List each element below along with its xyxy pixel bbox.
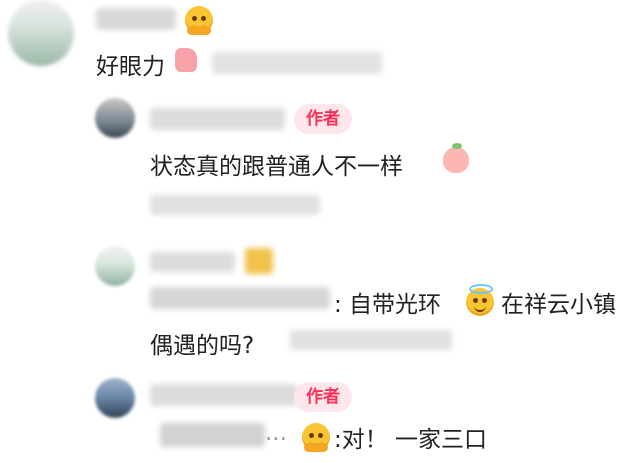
username-blurred[interactable] bbox=[96, 8, 176, 30]
author-badge: 作者 bbox=[294, 382, 352, 412]
mention-blurred[interactable] bbox=[160, 423, 265, 447]
thumbs-up-icon bbox=[175, 48, 197, 72]
mention-blurred[interactable] bbox=[150, 287, 330, 309]
avatar[interactable] bbox=[8, 0, 74, 66]
username-blurred[interactable] bbox=[150, 384, 298, 406]
author-badge: 作者 bbox=[294, 104, 352, 134]
avatar[interactable] bbox=[95, 98, 135, 138]
comment-text-continued: 在祥云小镇 bbox=[501, 292, 616, 318]
peach-icon bbox=[443, 143, 469, 173]
comment-text: :对！ 一家三口 bbox=[334, 427, 488, 453]
hands-smile-icon bbox=[185, 6, 213, 35]
username-blurred[interactable] bbox=[150, 108, 285, 130]
avatar[interactable] bbox=[95, 378, 135, 418]
username-decoration-blurred bbox=[245, 248, 273, 274]
hands-smile-icon bbox=[302, 423, 330, 452]
meta-blurred bbox=[212, 52, 382, 74]
comment-text: 状态真的跟普通人不一样 bbox=[150, 154, 403, 180]
comment-text: 好眼力 bbox=[96, 54, 165, 80]
username-blurred[interactable] bbox=[150, 252, 235, 272]
comment-text-line2: 偶遇的吗? bbox=[150, 333, 255, 359]
comment-text: : 自带光环 bbox=[334, 292, 442, 318]
ellipsis: ... bbox=[265, 420, 287, 446]
meta-blurred bbox=[150, 195, 320, 215]
meta-blurred bbox=[290, 330, 452, 350]
halo-smile-icon bbox=[466, 284, 494, 316]
avatar[interactable] bbox=[95, 246, 135, 286]
